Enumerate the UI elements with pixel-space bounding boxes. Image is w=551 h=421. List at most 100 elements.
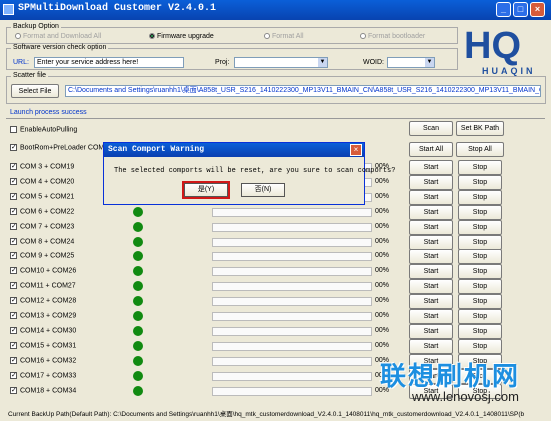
stop-button[interactable]: Stop: [458, 174, 502, 190]
progress-bar: [212, 312, 372, 321]
start-button[interactable]: Start: [409, 204, 453, 220]
radio-format-bootloader[interactable]: Format bootloader: [360, 33, 425, 40]
checkbox-checked-icon: ✓: [10, 163, 17, 170]
enable-auto-pulling-checkbox[interactable]: EnableAutoPulling: [10, 126, 77, 133]
radio-firmware-upgrade[interactable]: Firmware upgrade: [149, 33, 214, 40]
progress-percent: 00%: [375, 237, 390, 245]
port-checkbox[interactable]: ✓ COM 5 + COM21: [10, 192, 74, 200]
watermark: 联想刷机网 www.lenovosj.com: [380, 356, 520, 404]
port-checkbox[interactable]: ✓ COM 9 + COM25: [10, 252, 74, 260]
dialog-title: Scan Comport Warning: [104, 143, 364, 157]
port-checkbox[interactable]: ✓ COM 6 + COM22: [10, 207, 74, 215]
port-checkbox[interactable]: ✓ COM18 + COM34: [10, 386, 76, 394]
proj-select[interactable]: ▼: [234, 57, 328, 68]
stop-button[interactable]: Stop: [458, 219, 502, 235]
start-button[interactable]: Start: [409, 160, 453, 175]
stop-button[interactable]: Stop: [458, 264, 502, 280]
port-checkbox[interactable]: ✓ COM12 + COM28: [10, 297, 76, 304]
port-checkbox[interactable]: ✓ COM17 + COM33: [10, 371, 76, 379]
svg-text:HUAQIN: HUAQIN: [482, 66, 536, 76]
port-checkbox[interactable]: ✓ COM10 + COM26: [10, 267, 76, 275]
stop-button[interactable]: Stop: [458, 294, 502, 310]
stop-button[interactable]: Stop: [458, 204, 502, 220]
start-button[interactable]: Start: [409, 234, 453, 250]
start-button[interactable]: Start: [409, 189, 453, 205]
watermark-text: 联想刷机网: [380, 362, 521, 392]
port-row: ✓ COM11 + COM27 00% Start Stop: [0, 279, 551, 295]
start-button[interactable]: Start: [409, 309, 453, 324]
progress-bar: [212, 252, 372, 262]
port-checkbox[interactable]: ✓ COM11 + COM27: [10, 282, 76, 290]
port-checkbox[interactable]: ✓ COM 3 + COM19: [10, 163, 74, 170]
woid-select[interactable]: ▼: [387, 57, 435, 68]
radio-icon: [15, 33, 21, 40]
stop-button[interactable]: Stop: [458, 160, 502, 175]
stop-button[interactable]: Stop: [458, 189, 502, 205]
port-checkbox[interactable]: ✓ COM 8 + COM24: [10, 237, 74, 245]
stop-button[interactable]: Stop: [458, 309, 502, 324]
status-led-icon: [133, 266, 143, 277]
scan-button[interactable]: Scan: [409, 121, 453, 136]
start-button[interactable]: Start: [409, 264, 453, 280]
progress-bar: [212, 356, 372, 366]
progress-percent: 00%: [375, 177, 390, 185]
start-button[interactable]: Start: [409, 279, 453, 295]
stop-button[interactable]: Stop: [458, 323, 502, 339]
stop-button[interactable]: Stop: [458, 338, 502, 354]
url-input[interactable]: Enter your service address here!: [34, 57, 184, 68]
progress-bar: [212, 341, 372, 351]
watermark-url: www.lenovosj.com: [412, 389, 519, 404]
divider: [6, 118, 545, 119]
start-button[interactable]: Start: [409, 249, 453, 265]
progress-percent: 00%: [375, 312, 390, 319]
port-checkbox[interactable]: ✓ COM14 + COM30: [10, 326, 76, 334]
port-name: COM13 + COM29: [20, 312, 77, 320]
port-row: ✓ COM13 + COM29 00% Start Stop: [0, 309, 551, 324]
progress-percent: 00%: [375, 207, 390, 215]
radio-selected-icon: [149, 33, 155, 40]
stop-button[interactable]: Stop: [458, 234, 502, 250]
start-button[interactable]: Start: [409, 323, 453, 339]
port-checkbox[interactable]: ✓ COM 4 + COM20: [10, 177, 74, 185]
start-button[interactable]: Start: [409, 294, 453, 310]
dialog-close-icon[interactable]: ×: [350, 144, 362, 156]
radio-format-download-all[interactable]: Format and Download All: [15, 33, 101, 40]
checkbox-checked-icon: ✓: [10, 267, 17, 275]
start-all-button[interactable]: Start All: [409, 142, 453, 157]
progress-bar: [212, 267, 372, 277]
set-bk-path-button[interactable]: Set BK Path: [456, 121, 504, 136]
dialog-no-button[interactable]: 否(N): [241, 183, 285, 197]
start-button[interactable]: Start: [409, 174, 453, 190]
port-name: COM 7 + COM23: [20, 222, 75, 230]
port-checkbox[interactable]: ✓ COM16 + COM32: [10, 356, 77, 365]
close-button[interactable]: ×: [530, 2, 545, 17]
maximize-button[interactable]: □: [513, 2, 528, 17]
radio-icon: [360, 33, 366, 40]
stop-button[interactable]: Stop: [458, 249, 502, 265]
progress-percent: 00%: [375, 297, 390, 305]
port-row: ✓ COM 9 + COM25 00% Start Stop: [0, 249, 551, 265]
progress-bar: [212, 326, 372, 336]
start-button[interactable]: Start: [409, 219, 453, 235]
status-led-icon: [133, 385, 143, 396]
radio-format-all[interactable]: Format All: [264, 33, 304, 40]
checkbox-checked-icon: ✓: [10, 144, 17, 151]
port-name: COM16 + COM32: [20, 357, 77, 365]
port-row: ✓ COM14 + COM30 00% Start Stop: [0, 323, 551, 339]
checkbox-icon: [10, 126, 17, 133]
dialog-yes-button[interactable]: 是(Y): [182, 181, 230, 199]
stop-all-button[interactable]: Stop All: [456, 142, 504, 157]
stop-button[interactable]: Stop: [458, 279, 502, 295]
port-checkbox[interactable]: ✓ COM 7 + COM23: [10, 222, 75, 230]
port-checkbox[interactable]: ✓ COM13 + COM29: [10, 312, 76, 319]
select-file-button[interactable]: Select File: [11, 84, 59, 98]
checkbox-checked-icon: ✓: [10, 297, 17, 305]
status-led-icon: [133, 355, 143, 366]
progress-percent: 00%: [375, 326, 390, 334]
minimize-button[interactable]: _: [496, 2, 511, 17]
status-led-icon: [133, 340, 143, 351]
status-led-icon: [133, 236, 143, 247]
port-checkbox[interactable]: ✓ COM15 + COM31: [10, 341, 76, 349]
bootrom-preloader-checkbox[interactable]: ✓ BootRom+PreLoader COM S: [10, 144, 111, 151]
start-button[interactable]: Start: [409, 338, 453, 354]
